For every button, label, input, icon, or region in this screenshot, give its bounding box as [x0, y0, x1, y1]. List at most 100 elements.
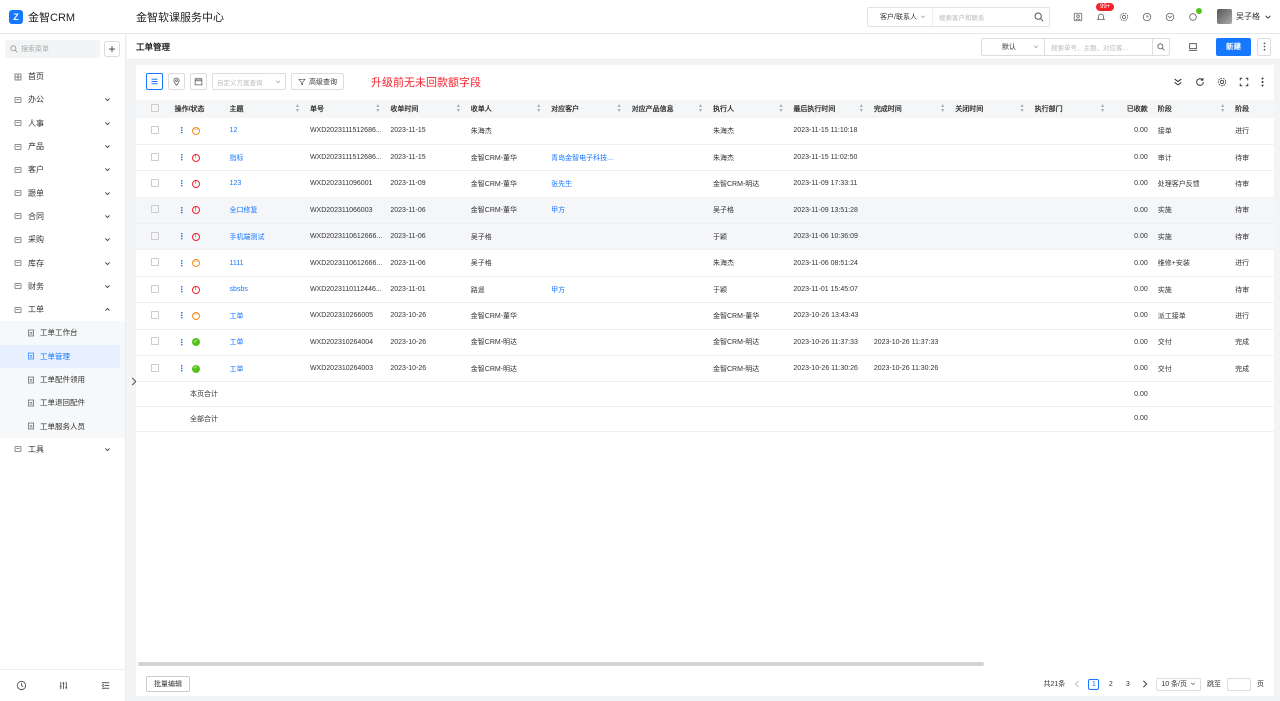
- row-checkbox[interactable]: [151, 178, 159, 187]
- table-row[interactable]: ⋮! 手机端测试 WXD2023110612666... 2023-11-06 吴子格于…: [136, 223, 1274, 251]
- column-header[interactable]: 对应客户 ▲ ▼: [547, 100, 628, 118]
- history-icon[interactable]: [16, 680, 27, 691]
- next-page-icon[interactable]: [1139, 679, 1150, 690]
- column-header[interactable]: 完成时间 ▲ ▼: [869, 100, 952, 118]
- row-actions-icon[interactable]: ⋮: [178, 364, 186, 373]
- customer-link[interactable]: 青岛金智电子科技...: [547, 144, 628, 172]
- row-actions-icon[interactable]: ⋮: [178, 338, 186, 347]
- sidebar-item-8[interactable]: 库存: [0, 251, 125, 274]
- sliders-icon[interactable]: [58, 680, 69, 691]
- brand-logo[interactable]: Z 金智CRM: [0, 9, 126, 25]
- search-icon[interactable]: [1153, 37, 1170, 56]
- row-actions-icon[interactable]: ⋮: [178, 179, 186, 188]
- submenu-item-2[interactable]: 工单配件领用: [0, 368, 120, 391]
- sidebar-item-tools[interactable]: 工具: [0, 438, 125, 461]
- sidebar-item-10[interactable]: 工单: [0, 298, 125, 321]
- row-checkbox[interactable]: [151, 152, 159, 161]
- sidebar-item-2[interactable]: 人事: [0, 112, 125, 135]
- subject-link[interactable]: 全口修复: [225, 197, 306, 225]
- table-row[interactable]: ⋮ ⋯ 12 WXD2023111512686... 2023-11-15 朱海杰 朱海杰 2…: [136, 118, 1274, 145]
- calendar-icon[interactable]: [190, 73, 207, 90]
- sidebar-item-5[interactable]: 跟单: [0, 181, 125, 204]
- row-checkbox[interactable]: [151, 284, 159, 293]
- column-header[interactable]: 主题 ▲ ▼: [225, 100, 306, 118]
- subject-link[interactable]: 工单: [225, 355, 306, 383]
- table-row[interactable]: ⋮ ✓ 工单 WXD202310264004 2023-10-26 金智CRM-明达 金智C…: [136, 329, 1274, 357]
- page-2[interactable]: 2: [1105, 679, 1116, 690]
- select-all-checkbox[interactable]: [136, 100, 171, 118]
- column-header[interactable]: 执行人 ▲ ▼: [709, 100, 790, 118]
- clock-icon[interactable]: [1141, 11, 1153, 23]
- row-actions-icon[interactable]: ⋮: [178, 206, 186, 215]
- row-actions-icon[interactable]: ⋮: [178, 232, 186, 241]
- customer-link[interactable]: [547, 302, 628, 330]
- refresh-icon[interactable]: [1195, 77, 1205, 87]
- table-row[interactable]: ⋮! sbsbs WXD2023110112446... 2023-11-01 路遥 甲方…: [136, 276, 1274, 304]
- map-pin-icon[interactable]: [168, 73, 185, 90]
- table-row[interactable]: ⋮ ⋯ 工单 WXD202310266005 2023-10-26 金智CRM-董华 金智C…: [136, 302, 1274, 330]
- table-row[interactable]: ⋮ ⋯ 1111 WXD2023110612666... 2023-11-06 吴子格 朱海…: [136, 249, 1274, 277]
- scheme-select[interactable]: 自定义方案查询: [212, 73, 286, 90]
- global-search-input[interactable]: 搜索客户和联系: [933, 12, 1029, 22]
- row-checkbox[interactable]: [151, 125, 159, 134]
- row-checkbox[interactable]: [151, 337, 159, 346]
- fullscreen-icon[interactable]: [1239, 77, 1249, 87]
- print-icon[interactable]: [1188, 42, 1198, 52]
- customer-link[interactable]: [547, 355, 628, 383]
- subject-link[interactable]: 工单: [225, 302, 306, 330]
- column-header[interactable]: 对应产品信息 ▲ ▼: [627, 100, 709, 118]
- subject-link[interactable]: 指标: [225, 144, 306, 172]
- subject-link[interactable]: 工单: [225, 329, 306, 357]
- row-actions-icon[interactable]: ⋮: [178, 259, 186, 268]
- sidebar-item-6[interactable]: 合同: [0, 205, 125, 228]
- bulk-edit-button[interactable]: 批量编辑: [146, 676, 190, 692]
- jump-page-input[interactable]: [1227, 677, 1251, 691]
- table-row[interactable]: ⋮! 指标 WXD2023111512686... 2023-11-15 金智CRM-董…: [136, 144, 1274, 172]
- column-header[interactable]: 操作/状态: [170, 100, 226, 118]
- filter-select[interactable]: 默认: [981, 37, 1045, 56]
- search-icon[interactable]: [1029, 12, 1049, 22]
- page-1[interactable]: 1: [1088, 678, 1100, 690]
- column-header[interactable]: 已收款: [1111, 100, 1154, 118]
- column-header[interactable]: 阶段: [1231, 100, 1274, 118]
- submenu-item-4[interactable]: 工单服务人员: [0, 414, 120, 437]
- subject-link[interactable]: 1111: [225, 249, 306, 277]
- add-menu-button[interactable]: +: [104, 41, 120, 57]
- customer-link[interactable]: 张先生: [547, 170, 628, 198]
- column-header[interactable]: 收单人 ▲ ▼: [466, 100, 548, 118]
- menu-fold-icon[interactable]: [100, 680, 111, 691]
- row-checkbox[interactable]: [151, 310, 159, 319]
- column-header[interactable]: 执行部门 ▲ ▼: [1030, 100, 1112, 118]
- more-vertical-icon[interactable]: [1261, 77, 1264, 87]
- menu-search-input[interactable]: 搜索菜单: [5, 40, 100, 58]
- sidebar-item-4[interactable]: 客户: [0, 158, 125, 181]
- more-vertical-icon[interactable]: [1257, 37, 1271, 56]
- row-checkbox[interactable]: [151, 258, 159, 267]
- row-checkbox[interactable]: [151, 363, 159, 372]
- new-button[interactable]: 新建: [1216, 37, 1251, 56]
- subject-link[interactable]: 12: [225, 118, 306, 145]
- submenu-item-0[interactable]: 工单工作台: [0, 321, 120, 344]
- sidebar-item-7[interactable]: 采购: [0, 228, 125, 251]
- sidebar-item-1[interactable]: 办公: [0, 88, 125, 111]
- row-checkbox[interactable]: [151, 205, 159, 214]
- row-actions-icon[interactable]: ⋮: [178, 311, 186, 320]
- column-header[interactable]: 阶段 ▲ ▼: [1153, 100, 1232, 118]
- expand-all-icon[interactable]: [1173, 77, 1183, 87]
- customer-link[interactable]: [547, 118, 628, 145]
- row-checkbox[interactable]: [151, 231, 159, 240]
- horizontal-scrollbar[interactable]: [138, 662, 984, 666]
- customer-link[interactable]: [547, 249, 628, 277]
- customer-link[interactable]: 甲方: [547, 276, 628, 304]
- user-menu[interactable]: 吴子格: [1217, 9, 1272, 24]
- row-actions-icon[interactable]: ⋮: [178, 285, 186, 294]
- column-header[interactable]: 单号 ▲ ▼: [305, 100, 387, 118]
- column-header[interactable]: 最后执行时间 ▲ ▼: [789, 100, 870, 118]
- table-row[interactable]: ⋮! 全口修复 WXD202311066003 2023-11-06 金智CRM-董华甲…: [136, 197, 1274, 225]
- contacts-icon[interactable]: [1072, 11, 1084, 23]
- customer-link[interactable]: [547, 329, 628, 357]
- table-row[interactable]: ⋮ ✓ 工单 WXD202310264003 2023-10-26 金智CRM-明达 金智C…: [136, 355, 1274, 383]
- column-header[interactable]: 关闭时间 ▲ ▼: [951, 100, 1031, 118]
- page-search-input[interactable]: 搜索单号、主题、对应客...: [1045, 37, 1153, 56]
- row-actions-icon[interactable]: ⋮: [178, 126, 186, 135]
